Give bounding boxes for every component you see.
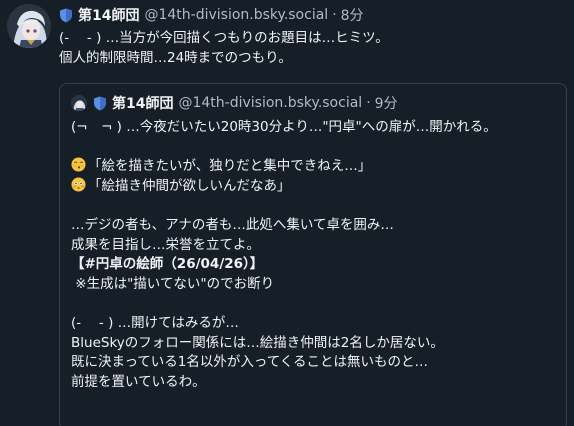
quoted-post-timestamp: 9分 <box>374 96 398 112</box>
flushed-face-emoji-icon <box>71 177 86 192</box>
separator-dot: · <box>366 95 371 111</box>
post-text-line: 個人的制限時間…24時までのつもり。 <box>59 49 292 66</box>
quote-line: 既に決まっている1名以外が入ってくることは無いものと… <box>71 354 429 371</box>
quoted-post-card[interactable]: 第14師団 @14th-division.bsky.social · 9分 (¬… <box>59 83 567 426</box>
post-body: (- - ) …当方が今回描くつもりのお題目は…ヒミツ。 個人的制限時間…24時ま… <box>59 29 559 68</box>
quote-line: (- - ) …開けてはみるが… <box>71 314 239 331</box>
author-handle[interactable]: @14th-division.bsky.social <box>144 7 328 23</box>
post-card[interactable]: 第14師団 @14th-division.bsky.social · 8分 (-… <box>0 0 574 426</box>
quote-line: …デジの者も、アナの者も…此処へ集いて卓を囲み… <box>71 216 394 233</box>
quote-line: BlueSkyのフォロー関係には…絵描き仲間は2名しか居ない。 <box>71 334 444 351</box>
post-text-line: (- - ) …当方が今回描くつもりのお題目は…ヒミツ。 <box>59 30 389 46</box>
hashtag-line[interactable]: 【#円卓の絵師（26/04/26）】 <box>71 255 561 275</box>
quote-blank-line <box>71 196 561 216</box>
quoted-author-handle: @14th-division.bsky.social <box>178 95 363 111</box>
separator-dot: · <box>332 7 337 23</box>
shield-icon <box>93 96 107 111</box>
quote-line-with-emoji: 「絵描き仲間が欲しいんだなあ」 <box>71 177 561 197</box>
author-display-name[interactable]: 第14師団 <box>78 5 139 25</box>
post-timestamp[interactable]: 8分 <box>341 5 364 25</box>
quote-line-with-emoji: 「絵を描きたいが、独りだと集中できねえ…」 <box>71 157 561 177</box>
author-avatar[interactable] <box>7 4 51 48</box>
quoted-author-display-name: 第14師団 <box>112 96 174 112</box>
quoted-post-body: (¬ ¬ ) …今夜だいたい20時30分より…"円卓"への扉が…開かれる。 「絵… <box>71 118 561 392</box>
shield-icon <box>59 8 73 23</box>
quote-line: 成果を目指し…栄誉を立てよ。 <box>71 236 260 253</box>
quote-line-text: 「絵を描きたいが、独りだと集中できねえ…」 <box>88 158 372 175</box>
post-header: 第14師団 @14th-division.bsky.social · 8分 <box>59 5 364 25</box>
quote-line-text: 「絵描き仲間が欲しいんだなあ」 <box>88 177 291 194</box>
blowing-kiss-face-emoji-icon <box>71 157 86 172</box>
quote-line: 前提を置いているわ。 <box>71 373 206 390</box>
quote-blank-line <box>71 294 561 314</box>
quoted-post-header: 第14師団 @14th-division.bsky.social · 9分 <box>71 93 398 113</box>
quote-line: ※生成は"描いてない"のでお断り <box>71 275 275 292</box>
quoted-author-avatar <box>71 95 87 111</box>
quote-line: (¬ ¬ ) …今夜だいたい20時30分より…"円卓"への扉が…開かれる。 <box>71 119 497 135</box>
quote-blank-line <box>71 138 561 158</box>
